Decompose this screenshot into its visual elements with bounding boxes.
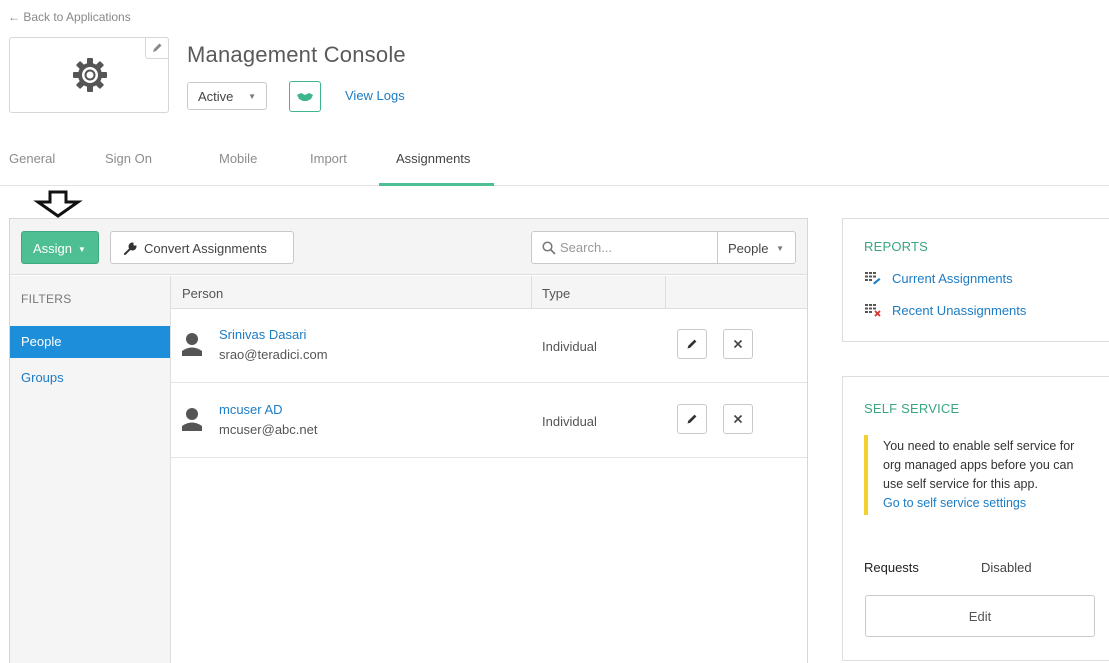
remove-assignment-button[interactable] xyxy=(723,404,753,434)
table-row: Srinivas Dasari srao@teradici.com Indivi… xyxy=(171,309,807,383)
person-email: srao@teradici.com xyxy=(219,347,328,362)
assign-button[interactable]: Assign ▼ xyxy=(21,231,99,264)
recent-unassignments-link[interactable]: Recent Unassignments xyxy=(865,303,1026,318)
column-divider xyxy=(665,276,666,309)
edit-assignment-button[interactable] xyxy=(677,329,707,359)
edit-assignment-button[interactable] xyxy=(677,404,707,434)
report-remove-icon xyxy=(865,304,881,317)
active-tab-indicator xyxy=(379,183,494,186)
table-row: mcuser AD mcuser@abc.net Individual xyxy=(171,384,807,458)
pencil-icon xyxy=(153,43,162,52)
handshake-button[interactable] xyxy=(289,81,321,112)
self-service-notice: You need to enable self service for org … xyxy=(864,435,1092,515)
pencil-icon xyxy=(687,414,697,424)
tab-import[interactable]: Import xyxy=(310,151,347,166)
chevron-down-icon: ▼ xyxy=(776,244,784,253)
tab-assignments[interactable]: Assignments xyxy=(396,151,470,166)
assignment-type: Individual xyxy=(542,414,597,429)
recent-unassignments-label: Recent Unassignments xyxy=(892,303,1027,318)
tab-mobile[interactable]: Mobile xyxy=(219,151,257,166)
handshake-icon xyxy=(297,92,313,101)
app-logo xyxy=(9,37,169,113)
convert-assignments-label: Convert Assignments xyxy=(144,241,267,256)
reports-card: REPORTS Current Assignments Recent Unass… xyxy=(842,218,1109,342)
search-type-value: People xyxy=(728,241,769,256)
edit-self-service-button[interactable]: Edit xyxy=(865,595,1095,637)
assignments-panel: Assign ▼ Convert Assignments People ▼ FIL… xyxy=(9,218,808,663)
close-icon xyxy=(733,414,743,424)
person-name-link[interactable]: Srinivas Dasari xyxy=(219,327,306,342)
self-service-notice-text: You need to enable self service for org … xyxy=(883,439,1075,491)
app-title: Management Console xyxy=(187,42,406,67)
back-to-applications-link[interactable]: ← Back to Applications xyxy=(8,10,131,24)
current-assignments-label: Current Assignments xyxy=(892,271,1013,286)
view-logs-link[interactable]: View Logs xyxy=(345,88,405,103)
column-divider xyxy=(531,276,532,309)
table-header: Person Type xyxy=(171,276,807,309)
tab-sign-on[interactable]: Sign On xyxy=(105,151,152,166)
chevron-down-icon: ▼ xyxy=(78,245,86,254)
person-avatar-icon xyxy=(182,333,202,356)
filter-people[interactable]: People xyxy=(10,326,170,358)
app-tabs: General Sign On Mobile Import Assignment… xyxy=(0,140,1109,186)
self-service-heading: SELF SERVICE xyxy=(864,401,960,416)
gear-icon xyxy=(73,58,107,92)
report-grid-icon xyxy=(865,272,881,285)
self-service-settings-link[interactable]: Go to self service settings xyxy=(883,494,1092,513)
search-input[interactable] xyxy=(560,232,715,263)
person-name-link[interactable]: mcuser AD xyxy=(219,402,283,417)
assign-label: Assign xyxy=(33,241,73,256)
assignments-toolbar: Assign ▼ Convert Assignments People ▼ xyxy=(10,219,807,275)
wrench-icon xyxy=(124,242,137,255)
filter-groups[interactable]: Groups xyxy=(10,362,170,394)
filters-label: FILTERS xyxy=(21,292,72,306)
column-header-person: Person xyxy=(182,286,224,301)
requests-label: Requests xyxy=(864,560,919,575)
search-icon xyxy=(542,241,556,255)
search-box[interactable] xyxy=(531,231,718,264)
pencil-icon xyxy=(687,339,697,349)
current-assignments-link[interactable]: Current Assignments xyxy=(865,271,1013,286)
reports-heading: REPORTS xyxy=(864,239,929,254)
edit-logo-button[interactable] xyxy=(145,37,169,59)
remove-assignment-button[interactable] xyxy=(723,329,753,359)
down-arrow-icon xyxy=(33,190,83,218)
column-header-type: Type xyxy=(542,286,571,301)
close-icon xyxy=(733,339,743,349)
person-avatar-icon xyxy=(182,408,202,431)
status-value: Active xyxy=(198,89,234,104)
status-dropdown[interactable]: Active ▼ xyxy=(187,82,267,110)
search-type-dropdown[interactable]: People ▼ xyxy=(717,231,796,264)
self-service-card: SELF SERVICE You need to enable self ser… xyxy=(842,376,1109,661)
tab-general[interactable]: General xyxy=(9,151,55,166)
person-email: mcuser@abc.net xyxy=(219,422,318,437)
assignment-type: Individual xyxy=(542,339,597,354)
requests-value: Disabled xyxy=(981,560,1032,575)
chevron-down-icon: ▼ xyxy=(248,92,256,101)
convert-assignments-button[interactable]: Convert Assignments xyxy=(110,231,294,264)
filters-sidebar: FILTERS People Groups xyxy=(10,276,171,663)
